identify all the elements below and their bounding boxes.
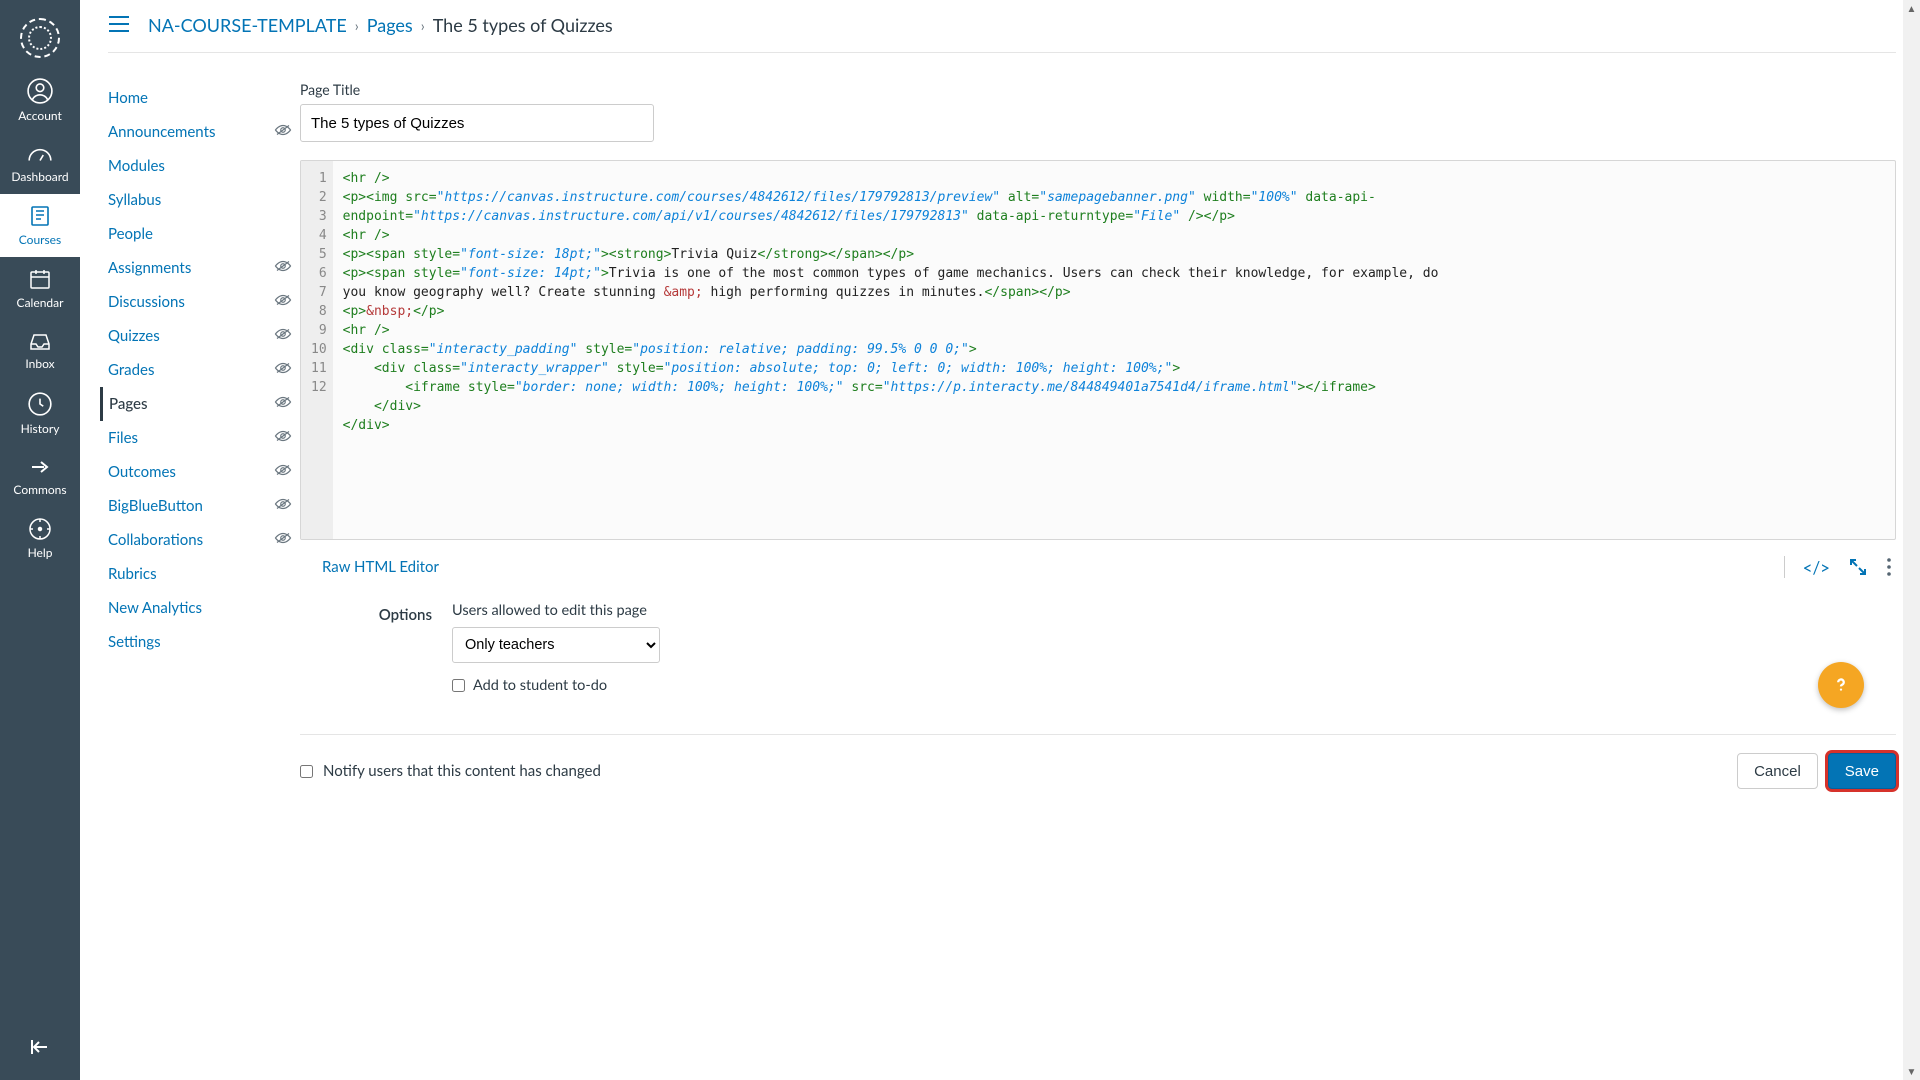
todo-checkbox-row[interactable]: Add to student to-do bbox=[452, 677, 660, 694]
crumb-section[interactable]: Pages bbox=[367, 14, 413, 36]
window-scrollbar[interactable]: ▲ ▼ bbox=[1903, 0, 1920, 1080]
course-nav-quizzes[interactable]: Quizzes bbox=[108, 319, 300, 353]
nav-courses[interactable]: Courses bbox=[0, 194, 80, 257]
hamburger-icon[interactable] bbox=[108, 15, 130, 36]
nav-collapse[interactable] bbox=[29, 1017, 51, 1080]
perm-description: Users allowed to edit this page bbox=[452, 602, 660, 619]
save-button[interactable]: Save bbox=[1828, 753, 1896, 789]
hidden-icon bbox=[274, 531, 292, 549]
page-title-label: Page Title bbox=[300, 81, 1896, 98]
editor-toolbar: Raw HTML Editor </> bbox=[300, 550, 1896, 584]
nav-account-label: Account bbox=[18, 108, 62, 123]
course-nav-files[interactable]: Files bbox=[108, 421, 300, 455]
hidden-icon bbox=[274, 259, 292, 277]
course-nav-grades[interactable]: Grades bbox=[108, 353, 300, 387]
todo-checkbox[interactable] bbox=[452, 679, 465, 692]
course-nav-announcements[interactable]: Announcements bbox=[108, 115, 300, 149]
toolbar-separator bbox=[1784, 556, 1785, 578]
switch-editor-icon[interactable]: </> bbox=[1803, 557, 1830, 578]
course-nav-settings[interactable]: Settings bbox=[108, 625, 300, 659]
course-nav-analytics[interactable]: New Analytics bbox=[108, 591, 300, 625]
raw-html-editor-link[interactable]: Raw HTML Editor bbox=[322, 558, 439, 576]
notify-row[interactable]: Notify users that this content has chang… bbox=[300, 762, 601, 780]
crumb-course[interactable]: NA-COURSE-TEMPLATE bbox=[148, 14, 347, 36]
options-section: Options Users allowed to edit this page … bbox=[300, 602, 1896, 694]
nav-account[interactable]: Account bbox=[0, 68, 80, 133]
breadcrumb-row: NA-COURSE-TEMPLATE › Pages › The 5 types… bbox=[108, 0, 1896, 53]
nav-help-label: Help bbox=[28, 545, 53, 560]
course-nav-discussions[interactable]: Discussions bbox=[108, 285, 300, 319]
nav-calendar-label: Calendar bbox=[17, 295, 64, 310]
nav-calendar[interactable]: Calendar bbox=[0, 257, 80, 320]
course-nav-bbb[interactable]: BigBlueButton bbox=[108, 489, 300, 523]
nav-commons[interactable]: Commons bbox=[0, 446, 80, 507]
course-nav-home[interactable]: Home bbox=[108, 81, 300, 115]
hidden-icon bbox=[274, 123, 292, 141]
code-body[interactable]: <hr /> <p><img src="https://canvas.instr… bbox=[333, 161, 1895, 539]
footer-bar: Notify users that this content has chang… bbox=[300, 734, 1896, 789]
nav-courses-label: Courses bbox=[19, 232, 61, 247]
nav-history-label: History bbox=[21, 421, 60, 436]
nav-dashboard[interactable]: Dashboard bbox=[0, 133, 80, 194]
permission-select[interactable]: Only teachers bbox=[452, 627, 660, 663]
scroll-up-arrow[interactable]: ▲ bbox=[1903, 0, 1920, 17]
options-label: Options bbox=[300, 602, 452, 694]
nav-history[interactable]: History bbox=[0, 381, 80, 446]
nav-commons-label: Commons bbox=[13, 482, 66, 497]
course-nav-modules[interactable]: Modules bbox=[108, 149, 300, 183]
course-nav: Home Announcements Modules Syllabus Peop… bbox=[108, 81, 300, 789]
crumb-sep-2: › bbox=[421, 17, 425, 34]
nav-inbox-label: Inbox bbox=[25, 356, 54, 371]
course-nav-people[interactable]: People bbox=[108, 217, 300, 251]
line-gutter: 123456789101112 bbox=[301, 161, 333, 539]
crumb-current: The 5 types of Quizzes bbox=[433, 14, 613, 36]
course-nav-assignments[interactable]: Assignments bbox=[108, 251, 300, 285]
main-content: NA-COURSE-TEMPLATE › Pages › The 5 types… bbox=[80, 0, 1920, 1080]
hidden-icon bbox=[274, 429, 292, 447]
crumb-sep-1: › bbox=[355, 17, 359, 34]
global-nav: Account Dashboard Courses Calendar Inbox… bbox=[0, 0, 80, 1080]
canvas-logo[interactable] bbox=[20, 18, 60, 58]
course-nav-collab[interactable]: Collaborations bbox=[108, 523, 300, 557]
notify-label: Notify users that this content has chang… bbox=[323, 762, 601, 780]
help-fab[interactable] bbox=[1818, 662, 1864, 708]
course-nav-syllabus[interactable]: Syllabus bbox=[108, 183, 300, 217]
editor-area: Page Title 123456789101112 <hr /> <p><im… bbox=[300, 81, 1896, 789]
nav-inbox[interactable]: Inbox bbox=[0, 320, 80, 381]
hidden-icon bbox=[274, 497, 292, 515]
scroll-down-arrow[interactable]: ▼ bbox=[1903, 1063, 1920, 1080]
hidden-icon bbox=[274, 361, 292, 379]
nav-dashboard-label: Dashboard bbox=[11, 169, 68, 184]
notify-checkbox[interactable] bbox=[300, 765, 313, 778]
fullscreen-icon[interactable] bbox=[1848, 557, 1868, 577]
course-nav-outcomes[interactable]: Outcomes bbox=[108, 455, 300, 489]
cancel-button[interactable]: Cancel bbox=[1737, 753, 1818, 789]
nav-help[interactable]: Help bbox=[0, 507, 80, 570]
hidden-icon bbox=[274, 293, 292, 311]
hidden-icon bbox=[274, 463, 292, 481]
scroll-track[interactable] bbox=[1903, 17, 1920, 1063]
hidden-icon bbox=[274, 395, 292, 413]
hidden-icon bbox=[274, 327, 292, 345]
todo-label: Add to student to-do bbox=[473, 677, 607, 694]
more-icon[interactable] bbox=[1886, 557, 1892, 577]
course-nav-pages[interactable]: Pages bbox=[100, 387, 300, 421]
page-title-input[interactable] bbox=[300, 104, 654, 142]
html-editor[interactable]: 123456789101112 <hr /> <p><img src="http… bbox=[300, 160, 1896, 540]
course-nav-rubrics[interactable]: Rubrics bbox=[108, 557, 300, 591]
